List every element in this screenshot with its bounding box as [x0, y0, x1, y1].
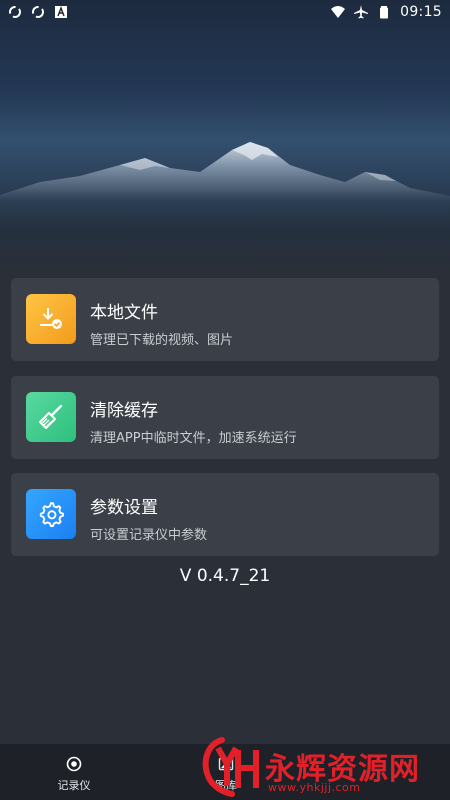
airplane-icon: [354, 5, 369, 19]
sync-icon: [32, 6, 44, 18]
header-landscape-image: [0, 0, 450, 270]
status-time: 09:15: [400, 4, 442, 20]
broom-icon: [26, 392, 76, 442]
status-bar: 09:15: [0, 0, 450, 24]
card-title: 清除缓存: [90, 401, 158, 421]
gear-icon: [26, 489, 76, 539]
wifi-icon: [331, 6, 346, 18]
card-title: 参数设置: [90, 498, 158, 518]
record-icon: [66, 756, 82, 772]
watermark-logo: 永辉资源网 www.yhkjjj.com: [200, 730, 450, 800]
nav-item-recorder[interactable]: 记录仪: [34, 744, 114, 800]
clear-cache-card[interactable]: 清除缓存 清理APP中临时文件，加速系统运行: [11, 376, 439, 459]
sync-icon: [9, 6, 21, 18]
watermark-url: www.yhkjjj.com: [268, 781, 361, 794]
nav-label: 记录仪: [57, 779, 91, 792]
card-description: 管理已下载的视频、图片: [90, 333, 234, 348]
local-files-card[interactable]: 本地文件 管理已下载的视频、图片: [11, 278, 439, 361]
card-description: 清理APP中临时文件，加速系统运行: [90, 431, 297, 446]
settings-card[interactable]: 参数设置 可设置记录仪中参数: [11, 473, 439, 556]
download-icon: [26, 294, 76, 344]
card-title: 本地文件: [90, 303, 158, 323]
card-description: 可设置记录仪中参数: [90, 528, 208, 543]
watermark-emblem: [202, 737, 259, 797]
battery-icon: [380, 6, 389, 19]
version-label: V 0.4.7_21: [179, 566, 271, 586]
font-icon: [55, 6, 67, 18]
